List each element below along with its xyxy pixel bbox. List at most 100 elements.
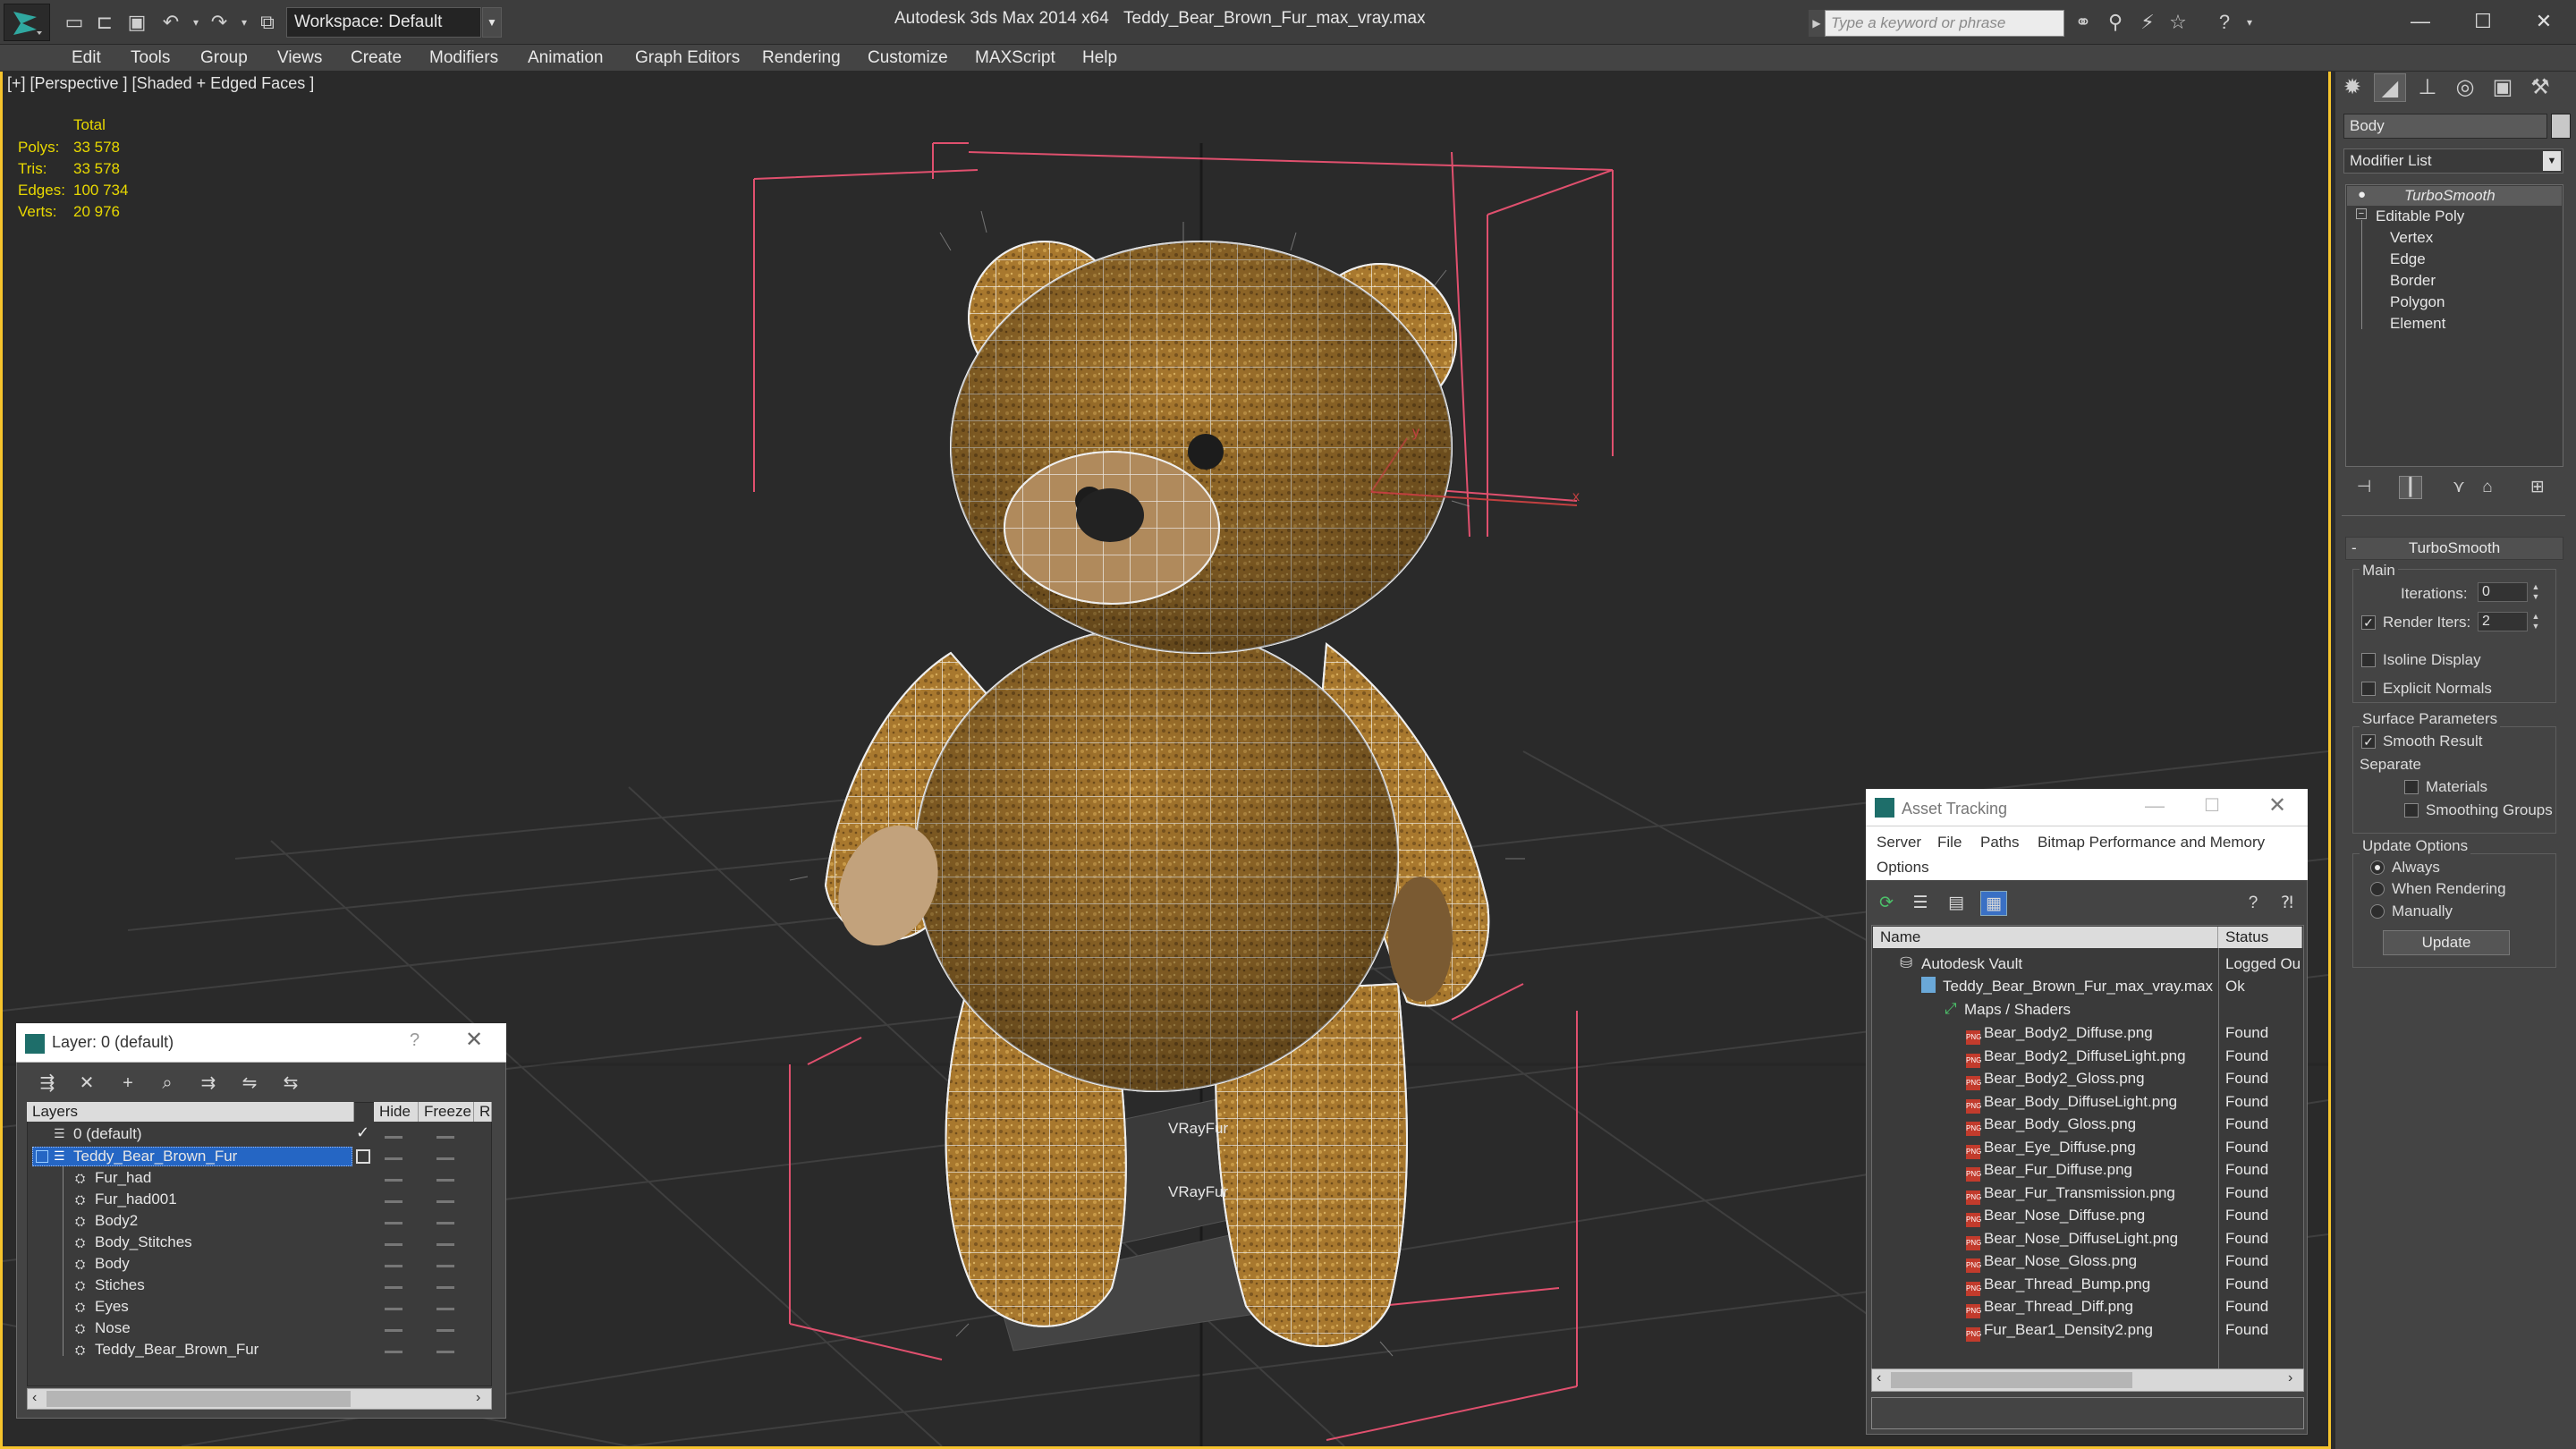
viewport-label[interactable]: [+] [Perspective ] [Shaded + Edged Faces…	[7, 74, 314, 93]
undo-dropdown-icon[interactable]: ▾	[184, 11, 208, 34]
help-icon[interactable]: ?	[2240, 891, 2267, 916]
configure-sets-icon[interactable]: ⊞	[2526, 476, 2549, 499]
communication-center-icon[interactable]: ⚡	[2134, 10, 2161, 35]
freeze-toggle[interactable]	[436, 1351, 454, 1353]
asset-row-map[interactable]: PNG Bear_Body2_Gloss.png	[1966, 1070, 2145, 1090]
freeze-toggle[interactable]	[436, 1243, 454, 1246]
chevron-down-icon[interactable]: ▼	[2543, 151, 2561, 171]
search-expand-icon[interactable]: ▶	[1809, 10, 1825, 37]
asset-row-map[interactable]: PNG Bear_Body2_DiffuseLight.png	[1966, 1047, 2186, 1068]
layer-row-body[interactable]: Body	[95, 1255, 130, 1273]
asset-row-map[interactable]: PNG Bear_Eye_Diffuse.png	[1966, 1139, 2136, 1159]
materials-checkbox[interactable]	[2404, 780, 2419, 794]
column-status[interactable]: Status	[2218, 927, 2302, 948]
help-icon[interactable]: ?	[2211, 10, 2238, 35]
freeze-toggle[interactable]	[436, 1286, 454, 1289]
scroll-left-icon[interactable]: ‹	[32, 1390, 37, 1406]
menu-maxscript[interactable]: MAXScript	[975, 45, 1055, 72]
scrollbar-thumb[interactable]	[1891, 1372, 2132, 1388]
display-tab-icon[interactable]: ▣	[2487, 73, 2519, 102]
close-icon[interactable]: ✕	[465, 1027, 483, 1053]
layer-row-stiches[interactable]: Stiches	[95, 1276, 145, 1294]
freeze-toggle[interactable]	[436, 1329, 454, 1332]
delete-layer-icon[interactable]: ✕	[73, 1070, 100, 1097]
hide-all-icon[interactable]: ⇋	[236, 1070, 263, 1097]
open-file-icon[interactable]: ⊏	[93, 11, 116, 34]
workspace-dropdown[interactable]: Workspace: Default ▼	[286, 7, 502, 38]
freeze-toggle[interactable]	[436, 1200, 454, 1203]
chevron-down-icon[interactable]: ▼	[482, 7, 502, 38]
menu-animation[interactable]: Animation	[528, 45, 604, 72]
hide-toggle[interactable]	[385, 1136, 402, 1139]
layer-row-teddy-object[interactable]: Teddy_Bear_Brown_Fur	[95, 1341, 258, 1359]
stack-item-polygon[interactable]: Polygon	[2390, 293, 2445, 311]
menu-server[interactable]: Server	[1877, 834, 1921, 852]
layer-select-icon[interactable]: ⇶	[34, 1070, 61, 1097]
asset-row-map[interactable]: PNG Bear_Thread_Diff.png	[1966, 1298, 2133, 1318]
layer-row-eyes[interactable]: Eyes	[95, 1298, 129, 1316]
column-layers[interactable]: Layers	[27, 1102, 354, 1122]
asset-row-map[interactable]: PNG Bear_Nose_Diffuse.png	[1966, 1207, 2145, 1227]
asset-row-vault[interactable]: Autodesk Vault	[1921, 955, 2022, 973]
turbosmooth-rollout-header[interactable]: - TurboSmooth	[2345, 537, 2563, 560]
select-objects-icon[interactable]: ⌕	[154, 1070, 181, 1097]
hide-toggle[interactable]	[385, 1179, 402, 1182]
freeze-toggle[interactable]	[436, 1136, 454, 1139]
motion-tab-icon[interactable]: ◎	[2449, 73, 2481, 102]
scroll-right-icon[interactable]: ›	[2288, 1370, 2292, 1386]
hide-toggle[interactable]	[385, 1329, 402, 1332]
smooth-result-checkbox[interactable]: ✓	[2361, 734, 2376, 749]
pin-stack-icon[interactable]: ⊣	[2352, 476, 2376, 499]
stack-item-turbosmooth[interactable]: TurboSmooth	[2404, 187, 2496, 205]
asset-row-map[interactable]: PNG Bear_Body_DiffuseLight.png	[1966, 1093, 2177, 1114]
hide-toggle[interactable]	[385, 1308, 402, 1310]
hide-toggle[interactable]	[385, 1351, 402, 1353]
layer-row-nose[interactable]: Nose	[95, 1319, 131, 1337]
column-hide[interactable]: Hide	[374, 1102, 419, 1122]
render-iters-checkbox[interactable]: ✓	[2361, 615, 2376, 630]
layer-row-body-stitches[interactable]: Body_Stitches	[95, 1233, 192, 1251]
freeze-toggle[interactable]	[436, 1157, 454, 1160]
menu-modifiers[interactable]: Modifiers	[429, 45, 498, 72]
asset-row-max-file[interactable]: Teddy_Bear_Brown_Fur_max_vray.max	[1943, 978, 2213, 996]
asset-row-map[interactable]: PNG Fur_Bear1_Density2.png	[1966, 1321, 2153, 1342]
hide-toggle[interactable]	[385, 1243, 402, 1246]
binoculars-icon[interactable]: ⚭	[2070, 10, 2097, 35]
lightbulb-icon[interactable]: ●	[2358, 187, 2366, 202]
hierarchy-tab-icon[interactable]: ⊥	[2411, 73, 2444, 102]
update-button[interactable]: Update	[2383, 930, 2510, 955]
help-button[interactable]: ?	[410, 1030, 419, 1051]
asset-row-map[interactable]: PNG Bear_Nose_Gloss.png	[1966, 1252, 2137, 1273]
layer-row-fur-had001[interactable]: Fur_had001	[95, 1191, 177, 1208]
new-file-icon[interactable]: ▭	[63, 11, 86, 34]
when-rendering-radio[interactable]	[2370, 882, 2385, 896]
create-tab-icon[interactable]: ✹	[2336, 73, 2368, 102]
remove-modifier-icon[interactable]: ⌂	[2476, 476, 2499, 499]
menu-help[interactable]: Help	[1082, 45, 1117, 72]
menu-rendering[interactable]: Rendering	[762, 45, 841, 72]
hide-toggle[interactable]	[385, 1286, 402, 1289]
minimize-icon[interactable]: —	[2394, 4, 2447, 39]
hide-toggle[interactable]	[385, 1157, 402, 1160]
favorites-star-icon[interactable]: ☆	[2165, 10, 2191, 35]
modifier-list-dropdown[interactable]: Modifier List ▼	[2343, 148, 2563, 174]
scroll-right-icon[interactable]: ›	[476, 1390, 480, 1406]
app-logo-button[interactable]	[4, 4, 50, 41]
column-name[interactable]: Name	[1873, 927, 2218, 948]
utilities-tab-icon[interactable]: ⚒	[2524, 73, 2556, 102]
menu-tools[interactable]: Tools	[131, 45, 170, 72]
menu-bitmap-performance[interactable]: Bitmap Performance and Memory	[2038, 834, 2265, 852]
spinner-arrows-icon[interactable]: ▲ ▼	[2529, 612, 2542, 631]
collapse-icon[interactable]: −	[2356, 208, 2367, 219]
redo-icon[interactable]: ↷	[208, 11, 231, 34]
close-icon[interactable]: ✕	[2517, 4, 2571, 39]
isoline-display-checkbox[interactable]	[2361, 653, 2376, 667]
list-view-icon[interactable]: ☰	[1907, 891, 1934, 916]
layer-row-body2[interactable]: Body2	[95, 1212, 138, 1230]
save-file-icon[interactable]: ▣	[125, 11, 148, 34]
hide-toggle[interactable]	[385, 1222, 402, 1224]
search-input[interactable]: Type a keyword or phrase	[1825, 10, 2064, 37]
freeze-toggle[interactable]	[436, 1222, 454, 1224]
menu-file[interactable]: File	[1937, 834, 1962, 852]
menu-create[interactable]: Create	[351, 45, 402, 72]
